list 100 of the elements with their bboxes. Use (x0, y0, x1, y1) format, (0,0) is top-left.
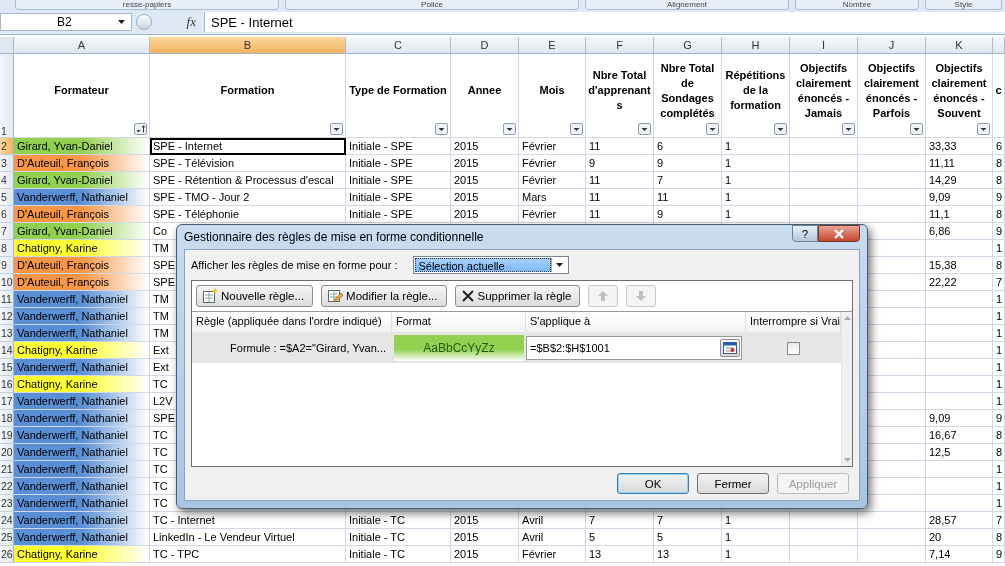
empty-cell (790, 546, 858, 563)
dropdown-icon[interactable] (118, 20, 125, 24)
row-number[interactable]: 12 (0, 308, 14, 325)
empty-cell (926, 376, 993, 393)
table-cell: 2015 (451, 155, 519, 172)
resize-handle[interactable] (136, 14, 152, 30)
trainer-cell: Vanderwerff, Nathaniel (14, 325, 150, 342)
name-box[interactable]: B2 (0, 13, 132, 31)
column-letter[interactable]: J (858, 37, 926, 54)
list-column-header[interactable]: Format (392, 312, 526, 332)
table-cell: Février (519, 155, 586, 172)
row-number[interactable]: 17 (0, 393, 14, 410)
row-number[interactable]: 11 (0, 291, 14, 308)
new-rule-button[interactable]: Nouvelle règle... (196, 285, 314, 307)
formula-field[interactable]: SPE - Internet (204, 12, 1005, 32)
row-number[interactable]: 1 (0, 54, 14, 138)
list-column-header[interactable]: Règle (appliquée dans l'ordre indiqué) (192, 312, 392, 332)
column-letter[interactable]: E (519, 37, 586, 54)
column-letter[interactable]: K (926, 37, 993, 54)
column-header: Nbre Total de Sondages complétés (659, 60, 716, 121)
table-cell: 20 (926, 529, 993, 546)
row-number[interactable]: 22 (0, 478, 14, 495)
row-number[interactable]: 26 (0, 546, 14, 563)
table-cell: 9,09 (926, 189, 993, 206)
row-number[interactable]: 10 (0, 274, 14, 291)
stop-if-true-checkbox[interactable] (787, 341, 801, 355)
delete-rule-button[interactable]: Supprimer la règle (454, 285, 581, 307)
table-cell: 15,38 (926, 257, 993, 274)
delete-icon (460, 289, 475, 303)
table-cell: Février (519, 546, 586, 563)
row-number[interactable]: 9 (0, 257, 14, 274)
column-letter[interactable]: I (790, 37, 858, 54)
filter-dropdown-icon[interactable] (910, 123, 923, 135)
row-number[interactable]: 7 (0, 223, 14, 240)
column-letter-cell[interactable] (993, 37, 1005, 54)
column-letter[interactable]: D (451, 37, 519, 54)
row-number[interactable]: 14 (0, 342, 14, 359)
filter-dropdown-icon[interactable] (330, 123, 343, 135)
list-column-header[interactable]: S'applique à (526, 312, 746, 332)
table-cell: 8 (993, 257, 1005, 274)
table-cell: 7 (654, 512, 722, 529)
row-number[interactable]: 5 (0, 189, 14, 206)
table-cell: 6,86 (926, 223, 993, 240)
table-cell: 2015 (451, 512, 519, 529)
row-number[interactable]: 2 (0, 138, 14, 155)
table-cell: 1 (722, 189, 790, 206)
row-number[interactable]: 3 (0, 155, 14, 172)
row-number[interactable]: 23 (0, 495, 14, 512)
filter-dropdown-icon[interactable] (570, 123, 583, 135)
column-letter[interactable]: B (150, 37, 346, 54)
table-cell: SPE - Rétention & Processus d'escal (150, 172, 346, 189)
scope-dropdown[interactable]: Sélection actuelle (413, 256, 570, 274)
table-cell: 13 (654, 546, 722, 563)
row-number[interactable]: 20 (0, 444, 14, 461)
table-cell: 1 (722, 206, 790, 223)
table-cell: 1 (993, 240, 1005, 257)
row-number[interactable]: 4 (0, 172, 14, 189)
rule-row[interactable]: Formule : =$A2="Girard, Yvan... AaBbCcYyZz =$B$2:$H$1001 (192, 333, 842, 363)
column-header: Répétitions de la formation (724, 68, 787, 113)
row-number[interactable]: 16 (0, 376, 14, 393)
row-number[interactable]: 19 (0, 427, 14, 444)
column-letter[interactable]: H (722, 37, 790, 54)
dialog-button[interactable]: OK (617, 473, 689, 494)
column-letter[interactable]: F (586, 37, 654, 54)
table-cell: Initiale - TC (346, 529, 451, 546)
range-picker-button[interactable] (720, 339, 740, 357)
empty-cell (858, 172, 926, 189)
column-letter[interactable]: G (654, 37, 722, 54)
column-letter[interactable]: A (14, 37, 150, 54)
column-header: Objectifs clairement énoncés - Parfois (863, 60, 920, 121)
table-cell: 7 (586, 512, 654, 529)
filter-dropdown-icon[interactable] (977, 123, 990, 135)
filter-dropdown-icon[interactable] (503, 123, 516, 135)
filter-dropdown-icon[interactable] (706, 123, 719, 135)
table-cell: 13 (586, 546, 654, 563)
row-number[interactable]: 15 (0, 359, 14, 376)
column-letter[interactable]: C (346, 37, 451, 54)
table-cell: 8 (993, 529, 1005, 546)
dialog-button[interactable]: Fermer (697, 473, 769, 494)
row-number[interactable]: 18 (0, 410, 14, 427)
row-number[interactable]: 13 (0, 325, 14, 342)
row-number[interactable]: 8 (0, 240, 14, 257)
filter-dropdown-icon[interactable] (638, 123, 651, 135)
help-button[interactable]: ? (792, 225, 818, 242)
row-number[interactable]: 21 (0, 461, 14, 478)
sort-filter-icon[interactable] (134, 123, 147, 135)
row-number[interactable]: 25 (0, 529, 14, 546)
close-button[interactable] (818, 225, 860, 242)
edit-rule-button[interactable]: Modifier la règle... (321, 285, 447, 307)
insert-function-button[interactable]: fx (156, 14, 200, 30)
filter-dropdown-icon[interactable] (435, 123, 448, 135)
row-number[interactable]: 24 (0, 512, 14, 529)
filter-dropdown-icon[interactable] (774, 123, 787, 135)
row-number[interactable]: 6 (0, 206, 14, 223)
filter-dropdown-icon[interactable] (842, 123, 855, 135)
table-cell: SPE - Téléphonie (150, 206, 346, 223)
trainer-cell: Chatigny, Karine (14, 240, 150, 257)
table-cell: 2015 (451, 529, 519, 546)
table-cell: 1 (993, 461, 1005, 478)
applies-to-field[interactable]: =$B$2:$H$1001 (526, 336, 742, 360)
